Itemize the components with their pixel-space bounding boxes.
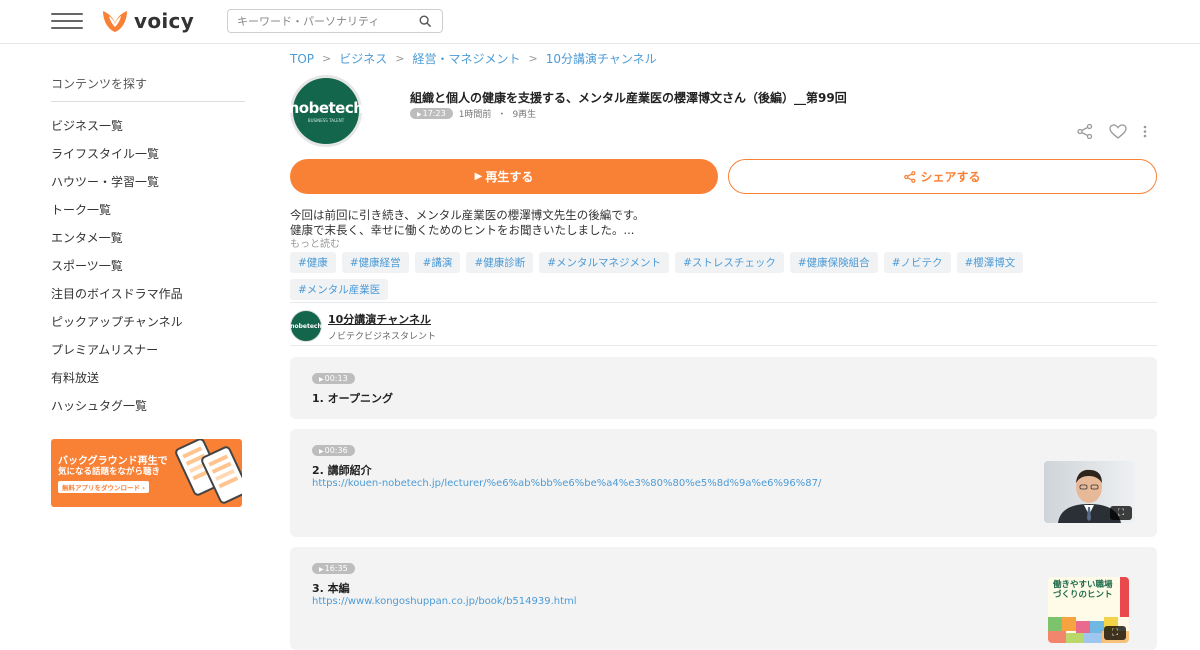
hashtag[interactable]: #講演: [414, 252, 461, 273]
sidebar-item-paid[interactable]: 有料放送: [51, 371, 245, 399]
chevron-right-icon: >: [528, 52, 538, 65]
breadcrumb-channel[interactable]: 10分講演チャンネル: [546, 50, 657, 67]
logo-text: voicy: [134, 9, 195, 33]
hashtag[interactable]: #健康: [290, 252, 336, 273]
voicy-logo-icon: [103, 11, 127, 32]
chapter-time-badge[interactable]: 00:13: [312, 373, 355, 384]
heart-icon[interactable]: [1109, 124, 1127, 139]
episode-meta: 17:23 1時間前 ・ 9再生: [410, 107, 536, 120]
play-count: 9再生: [512, 110, 537, 120]
chapter-title: 3. 本編: [312, 582, 350, 595]
play-button-label: 再生する: [485, 170, 534, 184]
hamburger-menu-icon[interactable]: [51, 13, 83, 31]
chapter-title: 2. 講師紹介: [312, 464, 372, 477]
channel-name-link[interactable]: 10分講演チャンネル: [328, 311, 436, 327]
more-vertical-icon[interactable]: [1143, 125, 1147, 138]
meta-separator: ・: [497, 110, 507, 120]
divider: [290, 345, 1157, 346]
hashtag[interactable]: #健康経営: [341, 252, 409, 273]
lecturer-photo[interactable]: ⛶: [1044, 461, 1135, 523]
channel-logo-text: nobetech: [288, 99, 364, 117]
channel-logo-subtext: BUSINESS TALENT: [307, 118, 345, 123]
share-button[interactable]: シェアする: [728, 159, 1157, 194]
app-download-banner[interactable]: バックグラウンド再生で 気になる話題をながら聴き 無料アプリをダウンロード ›: [51, 439, 242, 507]
search-input[interactable]: [228, 14, 408, 28]
posted-time: 1時間前: [458, 110, 492, 120]
chapter-link[interactable]: https://kouen-nobetech.jp/lecturer/%e6%a…: [312, 478, 821, 489]
breadcrumb-top[interactable]: TOP: [290, 52, 314, 66]
chapter-title: 1. オープニング: [312, 392, 394, 405]
expand-icon[interactable]: ⛶: [1110, 506, 1132, 520]
hashtag-list: #健康 #健康経営 #講演 #健康診断 #メンタルマネジメント #ストレスチェッ…: [290, 252, 1090, 300]
sidebar-title: コンテンツを探す: [51, 75, 245, 102]
banner-line2: 気になる話題をながら聴き: [58, 467, 161, 477]
book-cover[interactable]: 働きやすい職場づくりのヒント ⛶: [1048, 577, 1129, 643]
hashtag[interactable]: #メンタルマネジメント: [539, 252, 670, 273]
hashtag[interactable]: #ノビテク: [883, 252, 951, 273]
share-icon: [904, 170, 916, 183]
sidebar: コンテンツを探す ビジネス一覧 ライフスタイル一覧 ハウツー・学習一覧 トーク一…: [51, 75, 245, 507]
divider: [290, 302, 1157, 303]
sidebar-item-sports[interactable]: スポーツ一覧: [51, 259, 245, 287]
banner-cta: 無料アプリをダウンロード ›: [58, 481, 149, 493]
sidebar-item-hashtag[interactable]: ハッシュタグ一覧: [51, 399, 245, 427]
duration-badge: 17:23: [410, 108, 453, 119]
chapter-link[interactable]: https://www.kongoshuppan.co.jp/book/b514…: [312, 596, 577, 607]
chapter-time-badge[interactable]: 00:36: [312, 445, 355, 456]
breadcrumb: TOP > ビジネス > 経営・マネジメント > 10分講演チャンネル: [290, 50, 657, 67]
hashtag[interactable]: #櫻澤博文: [956, 252, 1024, 273]
voicy-logo[interactable]: voicy: [100, 7, 194, 35]
description-line: 健康で末長く、幸せに働くためのヒントをお聞きいたしました。...: [290, 223, 635, 237]
hashtag[interactable]: #メンタル産業医: [290, 279, 389, 300]
sidebar-item-voice-drama[interactable]: 注目のボイスドラマ作品: [51, 287, 245, 315]
chapter-card[interactable]: 00:13 1. オープニング: [290, 357, 1157, 419]
hashtag[interactable]: #ストレスチェック: [675, 252, 784, 273]
sidebar-item-premium[interactable]: プレミアムリスナー: [51, 343, 245, 371]
expand-icon[interactable]: ⛶: [1104, 626, 1126, 640]
breadcrumb-management[interactable]: 経営・マネジメント: [412, 50, 520, 67]
chevron-right-icon: >: [395, 52, 405, 65]
channel-avatar-text: nobetech: [290, 322, 322, 330]
channel-subtitle: ノビテクビジネスタレント: [328, 331, 437, 342]
sidebar-item-entertainment[interactable]: エンタメ一覧: [51, 231, 245, 259]
channel-info: nobetech 10分講演チャンネル ノビテクビジネスタレント: [290, 310, 436, 342]
play-icon: ▶: [474, 171, 483, 182]
hashtag[interactable]: #健康診断: [466, 252, 534, 273]
read-more-link[interactable]: もっと読む: [290, 235, 340, 250]
episode-title: 組織と個人の健康を支援する、メンタル産業医の櫻澤博文さん（後編）__第99回: [410, 91, 847, 105]
share-button-label: シェアする: [920, 170, 981, 184]
description-line: 今回は前回に引き続き、メンタル産業医の櫻澤博文先生の後編です。: [290, 208, 645, 222]
sidebar-item-business[interactable]: ビジネス一覧: [51, 119, 245, 147]
breadcrumb-business[interactable]: ビジネス: [339, 50, 387, 67]
share-icon[interactable]: [1077, 124, 1093, 139]
sidebar-item-pickup[interactable]: ピックアップチャンネル: [51, 315, 245, 343]
chapter-card[interactable]: 16:35 3. 本編 https://www.kongoshuppan.co.…: [290, 547, 1157, 650]
chapter-time-badge[interactable]: 16:35: [312, 563, 355, 574]
episode-description: 今回は前回に引き続き、メンタル産業医の櫻澤博文先生の後編です。 健康で末長く、幸…: [290, 208, 645, 238]
sidebar-item-talk[interactable]: トーク一覧: [51, 203, 245, 231]
sidebar-item-howto[interactable]: ハウツー・学習一覧: [51, 175, 245, 203]
book-cover-title: 働きやすい職場づくりのヒント: [1053, 580, 1113, 600]
chevron-right-icon: >: [322, 52, 332, 65]
chapter-card[interactable]: 00:36 2. 講師紹介 https://kouen-nobetech.jp/…: [290, 429, 1157, 537]
sidebar-item-lifestyle[interactable]: ライフスタイル一覧: [51, 147, 245, 175]
channel-logo[interactable]: nobetech BUSINESS TALENT: [288, 75, 364, 147]
search-box: [227, 9, 443, 33]
hashtag[interactable]: #健康保険組合: [789, 252, 878, 273]
header: voicy: [0, 0, 1200, 44]
search-icon[interactable]: [419, 15, 432, 28]
play-button[interactable]: ▶ 再生する: [290, 159, 718, 194]
episode-actions: [1077, 124, 1147, 139]
channel-avatar[interactable]: nobetech: [290, 310, 322, 342]
